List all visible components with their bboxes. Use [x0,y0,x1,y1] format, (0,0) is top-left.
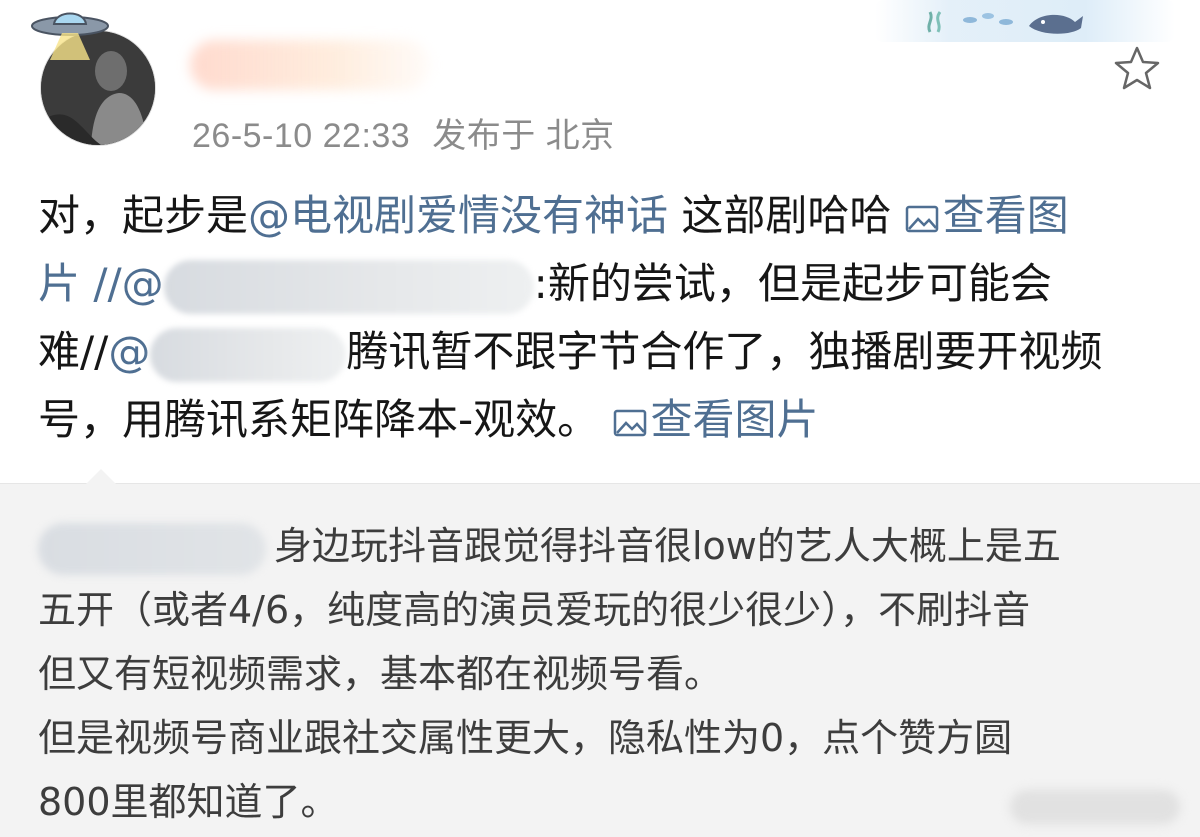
image-icon [613,409,646,437]
quote-line-2: 五开（或者4/6，纯度高的演员爱玩的很少很少），不刷抖音 [38,588,1031,632]
quote-line-5: 800里都知道了。 [38,780,339,824]
image-icon [905,205,938,233]
whale-icon [1029,14,1083,34]
quoted-comment-text: 身边玩抖音跟觉得抖音很low的艺人大概上是五 五开（或者4/6，纯度高的演员爱玩… [38,514,1178,834]
post-text: 腾讯暂不跟字节合作了，独播剧要开视频 [346,327,1103,376]
view-image-link-cont[interactable]: 片 [38,259,80,308]
ufo-icon [31,12,109,60]
view-image-link[interactable]: 查看图片 [613,395,819,444]
mention-blurred[interactable] [163,259,534,314]
post-text: 难// [38,327,109,376]
small-fish-icon [963,13,1013,25]
username-blurred[interactable] [190,40,430,90]
post-text: 对，起步是 [38,191,249,240]
post-meta: 26-5-10 22:33 发布于 北京 [192,108,615,157]
post-line-2: 片 //@ :新的尝试，但是起步可能会 [38,250,1168,318]
post-line-4: 号，用腾讯系矩阵降本-观效。 查看图片 [38,386,1168,454]
mention-prefix[interactable]: //@ [80,259,163,308]
quote-line-1: 身边玩抖音跟觉得抖音很low的艺人大概上是五 [38,514,1178,578]
view-image-link[interactable]: 查看图 [905,191,1069,240]
weibo-post-page: 26-5-10 22:33 发布于 北京 对，起步是@电视剧爱情没有神话 这部剧哈… [0,0,1200,837]
mention-link[interactable]: @电视剧爱情没有神话 [248,191,668,240]
post-text: 这部剧哈哈 [668,191,905,240]
post-location: 发布于 北京 [432,117,615,155]
post-line-1: 对，起步是@电视剧爱情没有神话 这部剧哈哈 查看图 [38,182,1168,250]
post-text: 号，用腾讯系矩阵降本-观效。 [38,395,613,444]
quote-line-4: 但是视频号商业跟社交属性更大，隐私性为0，点个赞方圆 [38,716,1013,760]
watermark-blurred [1010,790,1180,824]
mention-blurred[interactable] [150,327,347,382]
post-line-3: 难//@ 腾讯暂不跟字节合作了，独播剧要开视频 [38,318,1168,386]
quote-line-3: 但又有短视频需求，基本都在视频号看。 [38,652,723,696]
decorative-banner [875,0,1175,42]
quote-caret [86,469,116,484]
view-image-label: 查看图 [942,191,1069,240]
quote-text: 身边玩抖音跟觉得抖音很low的艺人大概上是五 [274,524,1061,568]
post-timestamp: 26-5-10 22:33 [192,117,411,155]
post-text: :新的尝试，但是起步可能会 [533,259,1052,308]
post-body: 对，起步是@电视剧爱情没有神话 这部剧哈哈 查看图 片 //@ :新的尝试，但是起… [38,182,1168,454]
star-outline-icon[interactable] [1112,44,1162,94]
view-image-label: 查看图片 [650,395,819,444]
seaweed-icon [927,11,942,33]
mention-prefix[interactable]: @ [108,327,150,376]
quote-username-blurred[interactable] [38,522,266,575]
